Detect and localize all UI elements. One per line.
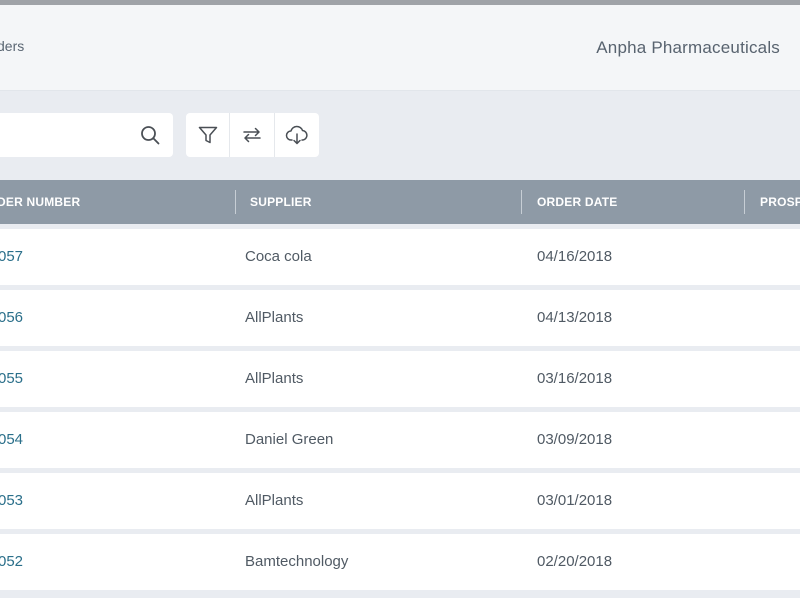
supplier-cell: Bamtechnology — [245, 553, 349, 570]
supplier-cell: AllPlants — [245, 309, 304, 326]
order-number-link[interactable]: 053 — [0, 473, 23, 529]
table-row[interactable]: 056 AllPlants 04/13/2018 — [0, 290, 800, 346]
search-icon[interactable] — [140, 125, 160, 145]
filter-button[interactable] — [186, 113, 231, 157]
company-name[interactable]: Anpha Pharmaceuticals — [596, 38, 780, 58]
order-date-cell: 02/20/2018 — [537, 553, 613, 570]
order-date-cell: 04/13/2018 — [537, 309, 613, 326]
supplier-cell: Coca cola — [245, 248, 312, 265]
supplier-cell: AllPlants — [245, 492, 304, 509]
search-input[interactable] — [0, 113, 124, 159]
column-header-order-date[interactable]: ORDER DATE — [537, 180, 617, 224]
supplier-cell: Daniel Green — [245, 431, 334, 448]
column-divider[interactable] — [744, 190, 745, 214]
download-button[interactable] — [275, 113, 319, 157]
breadcrumb[interactable]: ders — [0, 38, 24, 54]
order-number-link[interactable]: 052 — [0, 534, 23, 590]
swap-icon — [243, 127, 261, 143]
order-number-link[interactable]: 056 — [0, 290, 23, 346]
order-date-cell: 03/16/2018 — [537, 370, 613, 387]
table-row[interactable]: 057 Coca cola 04/16/2018 — [0, 229, 800, 285]
column-header-order-number[interactable]: DER NUMBER — [0, 180, 80, 224]
filter-icon — [198, 126, 217, 144]
table-row[interactable]: 052 Bamtechnology 02/20/2018 — [0, 534, 800, 590]
order-date-cell: 03/09/2018 — [537, 431, 613, 448]
order-date-cell: 03/01/2018 — [537, 492, 613, 509]
table-row[interactable]: 055 AllPlants 03/16/2018 — [0, 351, 800, 407]
search-box[interactable] — [0, 113, 173, 159]
column-divider[interactable] — [521, 190, 522, 214]
swap-button[interactable] — [230, 113, 275, 157]
order-number-link[interactable]: 057 — [0, 229, 23, 285]
cloud-download-icon — [285, 125, 308, 145]
column-header-prospect[interactable]: PROSP — [760, 180, 800, 224]
table-row[interactable]: 053 AllPlants 03/01/2018 — [0, 473, 800, 529]
top-header: ders Anpha Pharmaceuticals — [0, 5, 800, 91]
column-header-supplier[interactable]: SUPPLIER — [250, 180, 312, 224]
toolbar — [186, 113, 319, 157]
table-row[interactable]: 054 Daniel Green 03/09/2018 — [0, 412, 800, 468]
order-date-cell: 04/16/2018 — [537, 248, 613, 265]
column-divider[interactable] — [235, 190, 236, 214]
order-number-link[interactable]: 055 — [0, 351, 23, 407]
table-header: DER NUMBER SUPPLIER ORDER DATE PROSP — [0, 180, 800, 224]
supplier-cell: AllPlants — [245, 370, 304, 387]
order-number-link[interactable]: 054 — [0, 412, 23, 468]
